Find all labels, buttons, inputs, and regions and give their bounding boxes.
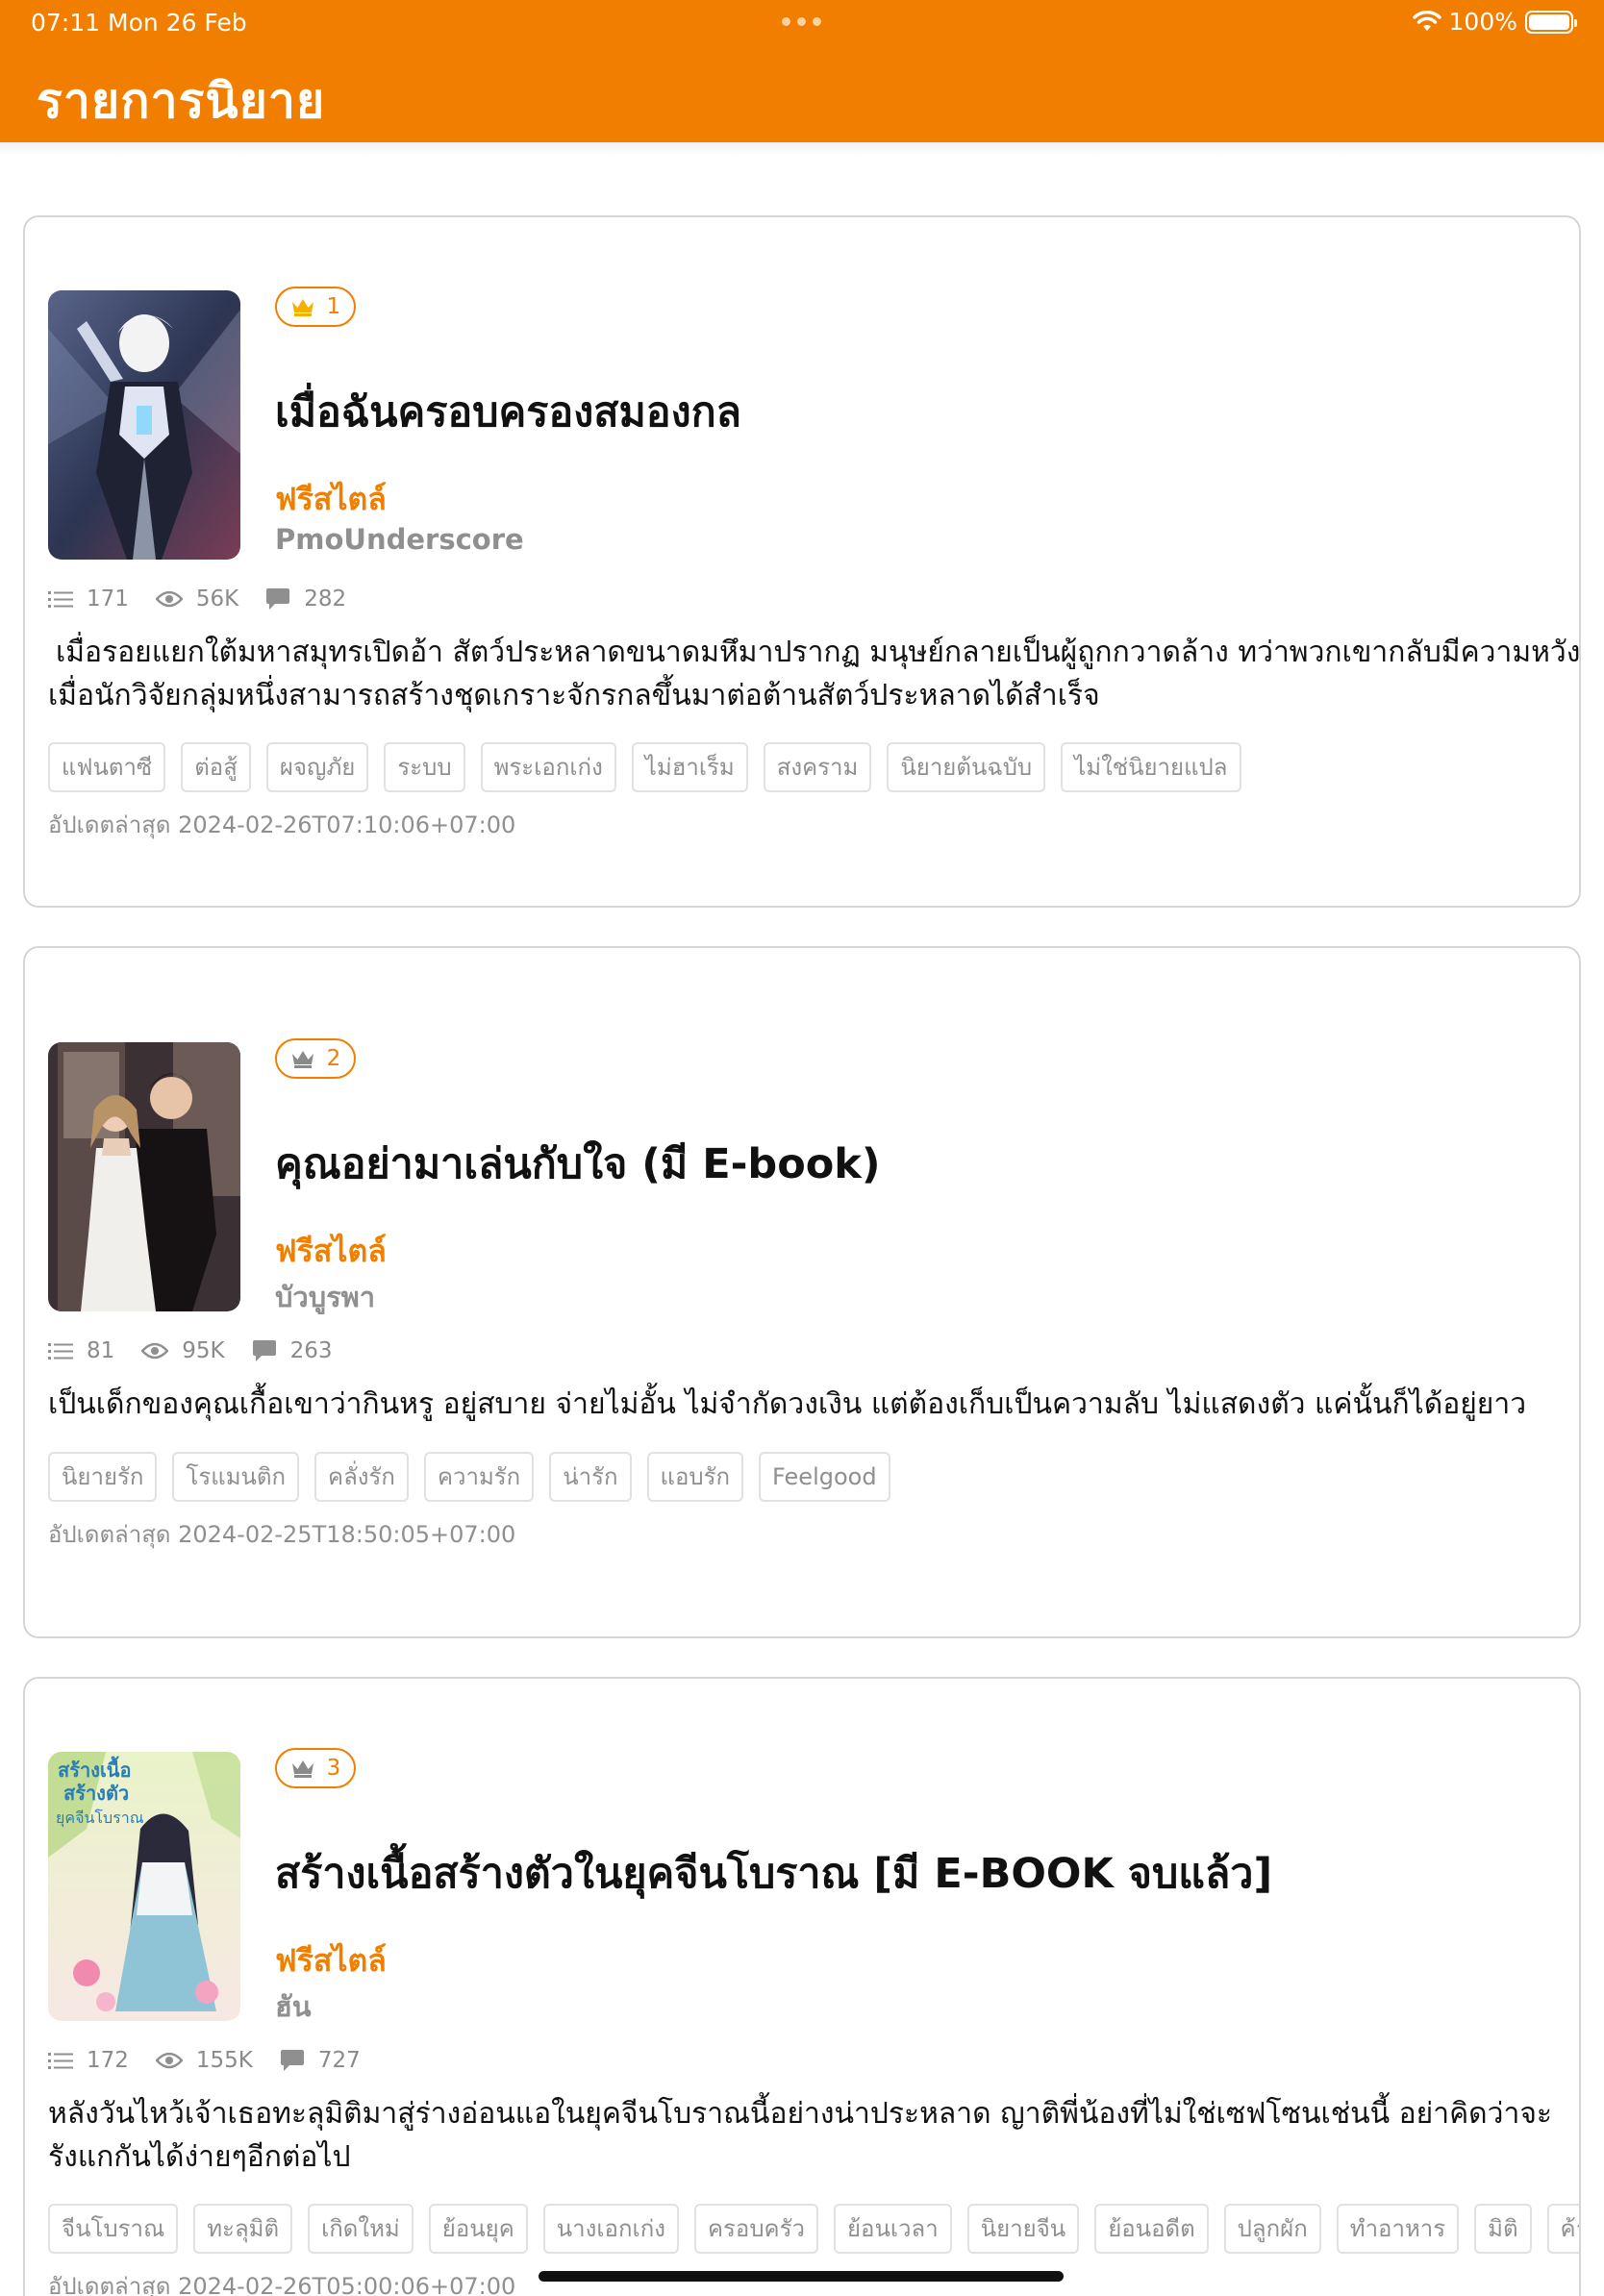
tag[interactable]: จีนโบราณ bbox=[48, 2204, 179, 2254]
novel-description: หลังวันไหว้เจ้าเธอทะลุมิติมาสู่ร่างอ่อนแ… bbox=[48, 2097, 1553, 2174]
header-divider bbox=[0, 142, 1604, 156]
novel-stats: 172 155K 727 bbox=[48, 2048, 388, 2073]
tag[interactable]: ไม่ใช่นิยายแปล bbox=[1061, 742, 1241, 792]
tag-list: จีนโบราณ ทะลุมิติ เกิดใหม่ ย้อนยุค นางเอ… bbox=[48, 2204, 1579, 2254]
tag[interactable]: ย้อนเวลา bbox=[833, 2204, 952, 2254]
list-icon bbox=[48, 2053, 73, 2069]
tag[interactable]: นิยายจีน bbox=[966, 2204, 1080, 2254]
novel-category: ฟรีสไตล์ bbox=[275, 1233, 387, 1269]
battery-percent: 100% bbox=[1448, 8, 1517, 36]
tag[interactable]: มิติ bbox=[1474, 2204, 1532, 2254]
tag[interactable]: พระเอกเก่ง bbox=[480, 742, 616, 792]
crown-icon bbox=[291, 1051, 313, 1068]
novel-cover-image[interactable] bbox=[48, 1042, 240, 1311]
cover-title-text: สร้างตัว bbox=[63, 1782, 129, 1805]
view-count: 56K bbox=[155, 586, 238, 611]
view-count: 95K bbox=[141, 1338, 225, 1363]
tag[interactable]: แอบรัก bbox=[646, 1452, 744, 1502]
tag-list: แฟนตาซี ต่อสู้ ผจญภัย ระบบ พระเอกเก่ง ไม… bbox=[48, 742, 1241, 792]
home-indicator[interactable] bbox=[539, 2271, 1064, 2282]
tag[interactable]: ปลูกผัก bbox=[1223, 2204, 1321, 2254]
novel-author[interactable]: บัวบูรพา bbox=[275, 1275, 375, 1319]
tag[interactable]: คลั่งรัก bbox=[314, 1452, 409, 1502]
tag[interactable]: ต่อสู้ bbox=[181, 742, 251, 792]
rank-number: 3 bbox=[326, 1756, 341, 1781]
novel-author[interactable]: PmoUnderscore bbox=[275, 523, 524, 556]
tag[interactable]: โรแมนติก bbox=[172, 1452, 300, 1502]
novel-card[interactable]: สร้างเนื้อ สร้างตัว ยุคจีนโบราณ 3 สร้างเ… bbox=[23, 1677, 1581, 2296]
novel-author[interactable]: ฮัน bbox=[275, 1984, 312, 2029]
crown-icon bbox=[291, 299, 313, 316]
status-bar: 07:11 Mon 26 Feb 100% bbox=[0, 0, 1604, 46]
eye-icon bbox=[141, 1342, 169, 1360]
chapter-count: 172 bbox=[48, 2048, 129, 2073]
tag[interactable]: ไม่ฮาเร็ม bbox=[631, 742, 748, 792]
novel-title[interactable]: คุณอย่ามาเล่นกับใจ (มี E-book) bbox=[275, 1131, 881, 1196]
novel-title[interactable]: สร้างเนื้อสร้างตัวในยุคจีนโบราณ [มี E-BO… bbox=[275, 1840, 1272, 1906]
tag[interactable]: ทำอาหาร bbox=[1336, 2204, 1460, 2254]
rank-badge: 1 bbox=[275, 287, 356, 327]
novel-card[interactable]: 2 คุณอย่ามาเล่นกับใจ (มี E-book) ฟรีสไตล… bbox=[23, 946, 1581, 1638]
status-indicators: 100% bbox=[1412, 8, 1577, 36]
novel-description: เป็นเด็กของคุณเกื้อเขาว่ากินหรู อยู่สบาย… bbox=[48, 1387, 1527, 1421]
app-header: 07:11 Mon 26 Feb 100% รายการนิยาย bbox=[0, 0, 1604, 142]
comment-icon bbox=[280, 2050, 304, 2071]
chapter-count: 81 bbox=[48, 1338, 114, 1363]
cover-title-text: ยุคจีนโบราณ bbox=[56, 1809, 144, 1828]
tag[interactable]: สงคราม bbox=[763, 742, 872, 792]
list-icon bbox=[48, 591, 73, 608]
tag[interactable]: น่ารัก bbox=[549, 1452, 632, 1502]
rank-number: 2 bbox=[326, 1046, 341, 1071]
last-updated: อัปเดตล่าสุด 2024-02-25T18:50:05+07:00 bbox=[48, 1521, 516, 1548]
tag[interactable]: Feelgood bbox=[759, 1452, 890, 1502]
tag[interactable]: เกิดใหม่ bbox=[308, 2204, 414, 2254]
novel-description: เมื่อรอยแยกใต้มหาสมุทรเปิดอ้า สัตว์ประหล… bbox=[48, 636, 1581, 712]
novel-card[interactable]: 1 เมื่อฉันครอบครองสมองกล ฟรีสไตล์ PmoUnd… bbox=[23, 215, 1581, 908]
tag-list: นิยายรัก โรแมนติก คลั่งรัก ความรัก น่ารั… bbox=[48, 1452, 890, 1502]
rank-badge: 3 bbox=[275, 1748, 356, 1788]
novel-category: ฟรีสไตล์ bbox=[275, 1942, 387, 1979]
tag[interactable]: ทะลุมิติ bbox=[193, 2204, 293, 2254]
comment-count: 282 bbox=[265, 586, 346, 611]
tag[interactable]: ผจญภัย bbox=[265, 742, 369, 792]
tag[interactable]: ความรัก bbox=[423, 1452, 535, 1502]
novel-cover-image[interactable]: สร้างเนื้อ สร้างตัว ยุคจีนโบราณ bbox=[48, 1752, 240, 2021]
last-updated: อัปเดตล่าสุด 2024-02-26T05:00:06+07:00 bbox=[48, 2273, 516, 2296]
cover-title-text: สร้างเนื้อ bbox=[58, 1756, 131, 1782]
rank-badge: 2 bbox=[275, 1038, 356, 1079]
tag[interactable]: นิยายต้นฉบับ bbox=[887, 742, 1046, 792]
wifi-icon bbox=[1412, 10, 1441, 31]
rank-number: 1 bbox=[326, 294, 341, 319]
tag[interactable]: ย้อนอดีต bbox=[1094, 2204, 1209, 2254]
novel-title[interactable]: เมื่อฉันครอบครองสมองกล bbox=[275, 379, 741, 444]
tag[interactable]: ย้อนยุค bbox=[428, 2204, 528, 2254]
novel-cover-image[interactable] bbox=[48, 290, 240, 560]
comment-count: 727 bbox=[280, 2048, 361, 2073]
view-count: 155K bbox=[155, 2048, 253, 2073]
novel-stats: 171 56K 282 bbox=[48, 586, 373, 611]
battery-icon bbox=[1525, 10, 1577, 34]
tag[interactable]: นิยายรัก bbox=[48, 1452, 158, 1502]
chapter-count: 171 bbox=[48, 586, 129, 611]
comment-count: 263 bbox=[252, 1338, 333, 1363]
tag[interactable]: ครอบครัว bbox=[693, 2204, 818, 2254]
last-updated: อัปเดตล่าสุด 2024-02-26T07:10:06+07:00 bbox=[48, 811, 516, 838]
comment-icon bbox=[252, 1340, 276, 1361]
eye-icon bbox=[155, 2052, 183, 2069]
tag[interactable]: นางเอกเก่ง bbox=[542, 2204, 679, 2254]
multitasking-dots-icon[interactable] bbox=[782, 17, 821, 26]
tag[interactable]: ค้าขาย bbox=[1546, 2204, 1579, 2254]
eye-icon bbox=[155, 590, 183, 608]
tag[interactable]: แฟนตาซี bbox=[48, 742, 166, 792]
status-time: 07:11 Mon 26 Feb bbox=[31, 9, 247, 37]
tag[interactable]: ระบบ bbox=[384, 742, 465, 792]
comment-icon bbox=[266, 588, 290, 610]
list-icon bbox=[48, 1343, 73, 1360]
novel-stats: 81 95K 263 bbox=[48, 1338, 360, 1363]
novel-category: ฟรีสไตล์ bbox=[275, 481, 387, 517]
crown-icon bbox=[291, 1760, 313, 1778]
page-title: รายการนิยาย bbox=[37, 73, 326, 129]
